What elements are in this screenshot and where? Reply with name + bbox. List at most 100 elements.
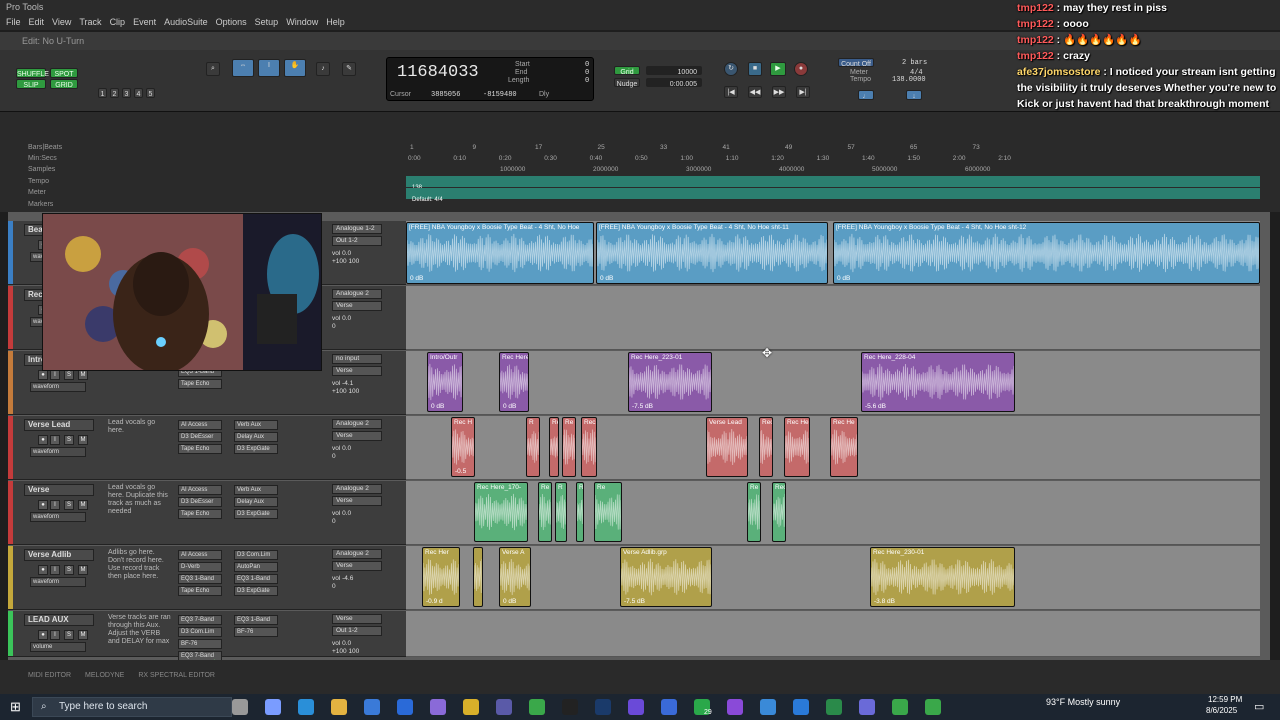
send-slot[interactable]: AutoPan: [234, 562, 278, 572]
send-slot[interactable]: D3 ExpGate: [234, 509, 278, 519]
track-header-verse-adlib[interactable]: Verse Adlib ● I S M waveform Adlibs go h…: [8, 546, 406, 610]
excel-icon[interactable]: [826, 699, 842, 715]
go-to-end-button[interactable]: ▶|: [796, 86, 810, 98]
record-enable-button[interactable]: ●: [38, 435, 48, 445]
app-icon[interactable]: [727, 699, 743, 715]
pan-readout[interactable]: +100 100: [332, 388, 359, 396]
volume-readout[interactable]: vol 0.0: [332, 315, 351, 323]
conductor-icon[interactable]: ♩: [858, 90, 874, 100]
mute-button[interactable]: M: [78, 435, 88, 445]
bars-value[interactable]: 2 bars: [902, 59, 927, 67]
volume-readout[interactable]: vol 0.0: [332, 250, 351, 258]
audio-clip[interactable]: R: [526, 417, 540, 477]
send-slot[interactable]: D3 ExpGate: [234, 586, 278, 596]
menu-audiosuite[interactable]: AudioSuite: [164, 17, 208, 27]
start-value[interactable]: 0: [585, 61, 589, 69]
output-select[interactable]: Verse: [332, 366, 382, 376]
pro-tools-icon[interactable]: [562, 699, 578, 715]
input-select[interactable]: Analogue 2: [332, 484, 382, 494]
audio-clip[interactable]: Rec He: [830, 417, 858, 477]
output-select[interactable]: Verse: [332, 561, 382, 571]
wait-for-note-icon[interactable]: ↓: [906, 90, 922, 100]
grid-mode-button[interactable]: GRID: [50, 79, 78, 89]
record-enable-button[interactable]: ●: [38, 565, 48, 575]
app-icon[interactable]: [430, 699, 446, 715]
audio-clip[interactable]: Re: [538, 482, 552, 542]
solo-button[interactable]: S: [64, 500, 74, 510]
steam-icon[interactable]: [595, 699, 611, 715]
insert-slot[interactable]: BF-76: [178, 639, 222, 649]
input-select[interactable]: Analogue 2: [332, 549, 382, 559]
insert-slot[interactable]: D-Verb: [178, 562, 222, 572]
send-slot[interactable]: EQ3 1-Band: [234, 574, 278, 584]
length-value[interactable]: 0: [585, 77, 589, 85]
windows-start-icon[interactable]: ⊞: [10, 699, 21, 715]
insert-slot[interactable]: Tape Echo: [178, 444, 222, 454]
audio-clip[interactable]: [FREE] NBA Youngboy x Boosie Type Beat -…: [596, 222, 828, 284]
clip-lane[interactable]: [406, 481, 1260, 545]
insert-slot[interactable]: Tape Echo: [178, 509, 222, 519]
input-select[interactable]: Analogue 1-2: [332, 224, 382, 234]
zoom-preset-5[interactable]: 5: [146, 88, 155, 98]
menu-view[interactable]: View: [52, 17, 71, 27]
tab-midi-editor[interactable]: MIDI EDITOR: [28, 672, 71, 679]
chrome-icon[interactable]: [892, 699, 908, 715]
track-header-verse-lead[interactable]: Verse Lead ● I S M waveform Lead vocals …: [8, 416, 406, 480]
send-slot[interactable]: Verb Aux: [234, 420, 278, 430]
clip-lane[interactable]: [406, 351, 1260, 415]
audio-clip[interactable]: Verse A 0 dB: [499, 547, 531, 607]
insert-slot[interactable]: Tape Echo: [178, 379, 222, 389]
send-slot[interactable]: D3 ExpGate: [234, 444, 278, 454]
input-select[interactable]: no input: [332, 354, 382, 364]
output-select[interactable]: Out 1-2: [332, 626, 382, 636]
chrome-icon[interactable]: [529, 699, 545, 715]
output-select[interactable]: Out 1-2: [332, 236, 382, 246]
app-icon[interactable]: [496, 699, 512, 715]
store-icon[interactable]: [364, 699, 380, 715]
track-header-lead-aux[interactable]: LEAD AUX ● I S M volume Verse tracks are…: [8, 611, 406, 661]
clip-lane[interactable]: [406, 546, 1260, 610]
audio-clip[interactable]: Rec Here_228-04 -5.6 dB: [861, 352, 1015, 412]
clock-time[interactable]: 12:59 PM: [1208, 695, 1242, 704]
audio-clip[interactable]: Rec Here_223-01 -7.5 dB: [628, 352, 712, 412]
audio-clip[interactable]: Verse Lead: [706, 417, 748, 477]
solo-button[interactable]: S: [64, 370, 74, 380]
spot-mode-button[interactable]: SPOT: [50, 68, 78, 78]
pan-readout[interactable]: +100 100: [332, 648, 359, 656]
solo-button[interactable]: S: [64, 435, 74, 445]
volume-readout[interactable]: vol -4.1: [332, 380, 353, 388]
audio-clip[interactable]: Re: [562, 417, 576, 477]
track-name[interactable]: LEAD AUX: [24, 614, 94, 626]
clock-date[interactable]: 8/6/2025: [1206, 706, 1237, 715]
audio-clip[interactable]: Rec H -0.5: [451, 417, 475, 477]
app-icon[interactable]: [760, 699, 776, 715]
send-slot[interactable]: BF-76: [234, 627, 278, 637]
pan-readout[interactable]: 0: [332, 453, 336, 461]
pan-readout[interactable]: 0: [332, 323, 336, 331]
main-counter[interactable]: 11684033 Start End Length 0 0 0 Cursor 3…: [386, 57, 594, 101]
app-icon[interactable]: [463, 699, 479, 715]
audio-clip[interactable]: Rec He: [576, 482, 584, 542]
audio-clip[interactable]: Rec Here 0 dB: [499, 352, 529, 412]
insert-slot[interactable]: EQ3 1-Band: [178, 574, 222, 584]
end-value[interactable]: 0: [585, 69, 589, 77]
audio-clip[interactable]: Rec Her -0.9 d: [422, 547, 460, 607]
audio-clip[interactable]: [FREE] NBA Youngboy x Boosie Type Beat -…: [833, 222, 1260, 284]
grabber-tool-icon[interactable]: ✋: [284, 59, 306, 77]
output-select[interactable]: Verse: [332, 496, 382, 506]
mute-button[interactable]: M: [78, 370, 88, 380]
zoom-icon[interactable]: ⌕: [206, 62, 220, 76]
trim-tool-icon[interactable]: ⇔: [232, 59, 254, 77]
return-to-zero-button[interactable]: |◀: [724, 86, 738, 98]
app-icon[interactable]: [628, 699, 644, 715]
chrome-icon[interactable]: [925, 699, 941, 715]
selector-tool-icon[interactable]: I: [258, 59, 280, 77]
track-view-select[interactable]: waveform: [30, 447, 86, 457]
edge-icon[interactable]: [298, 699, 314, 715]
record-enable-button[interactable]: ●: [38, 370, 48, 380]
send-slot[interactable]: Delay Aux: [234, 432, 278, 442]
record-button[interactable]: ●: [794, 62, 808, 76]
audio-clip[interactable]: Rec He: [784, 417, 810, 477]
audio-clip[interactable]: Rec He: [772, 482, 786, 542]
zoom-preset-2[interactable]: 2: [110, 88, 119, 98]
